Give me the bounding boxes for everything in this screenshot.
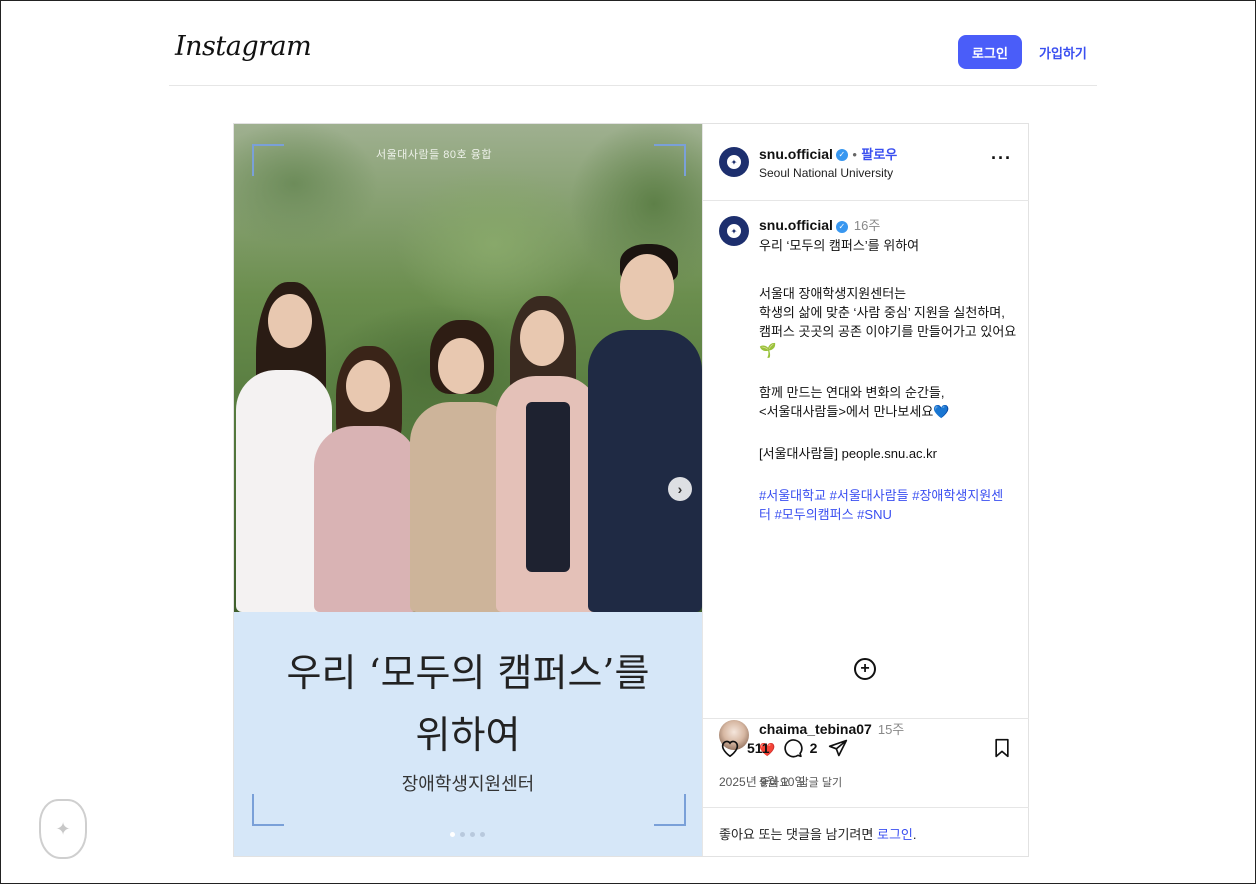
login-prompt-link[interactable]: 로그인 bbox=[877, 827, 913, 842]
like-heart-icon[interactable] bbox=[719, 737, 741, 759]
caption-area: ✦ snu.official ✓ 16주 우리 ‘모두의 캠퍼스’를 위하여 서울대… bbox=[703, 200, 1029, 789]
post-actions: 511 2 2025년 9월 10일 좋아요 또는 댓글을 남기려면 로그인. bbox=[703, 718, 1029, 857]
caption-time[interactable]: 16주 bbox=[854, 218, 880, 233]
caption-line: 캠퍼스 곳곳의 공존 이야기를 만들어가고 있어요 bbox=[759, 324, 1017, 339]
post-media[interactable]: 서울대사람들 80호 융합 › 우리 ‘모두의 캠퍼스’를 위하여 장애학생지원… bbox=[234, 124, 702, 856]
slide-dot bbox=[460, 832, 465, 837]
media-title-line2: 위하여 bbox=[415, 713, 521, 757]
login-prompt-text: 좋아요 또는 댓글을 남기려면 bbox=[719, 827, 874, 842]
post-username[interactable]: snu.official bbox=[759, 146, 833, 162]
action-row: 511 2 bbox=[719, 737, 849, 759]
post-header-text: snu.official ✓ • 팔로우 Seoul National Unive… bbox=[759, 144, 897, 180]
post-card: 서울대사람들 80호 융합 › 우리 ‘모두의 캠퍼스’를 위하여 장애학생지원… bbox=[233, 123, 1029, 857]
caption-line: <서울대사람들>에서 만나보세요💙 bbox=[759, 404, 950, 419]
caption-link-line[interactable]: [서울대사람들] people.snu.ac.kr bbox=[759, 444, 937, 463]
comment-icon[interactable] bbox=[782, 737, 804, 759]
caption-line: 서울대 장애학생지원센터는 bbox=[759, 286, 907, 301]
caption-line: 우리 ‘모두의 캠퍼스’를 위하여 bbox=[759, 238, 920, 253]
login-button[interactable]: 로그인 bbox=[958, 35, 1022, 69]
more-options-icon[interactable]: ··· bbox=[991, 148, 1012, 169]
like-count[interactable]: 511 bbox=[747, 740, 770, 756]
sprout-icon: 🌱 bbox=[759, 342, 777, 358]
load-more-comments-button[interactable]: + bbox=[854, 658, 876, 680]
snu-watermark-emblem-icon: ✦ bbox=[39, 799, 87, 859]
caption-line: 학생의 삶에 맞춘 ‘사람 중심’ 지원을 실천하며, bbox=[759, 305, 1005, 320]
caption-header: snu.official ✓ 16주 bbox=[759, 216, 880, 235]
snu-emblem-icon: ✦ bbox=[725, 153, 743, 171]
media-subtitle: 장애학생지원센터 bbox=[401, 774, 535, 795]
display-name: Seoul National University bbox=[759, 166, 894, 180]
login-prompt-suffix: . bbox=[912, 827, 917, 842]
bookmark-icon[interactable] bbox=[991, 737, 1013, 759]
follow-separator: • bbox=[852, 147, 857, 162]
next-slide-button[interactable]: › bbox=[668, 477, 692, 501]
verified-icon: ✓ bbox=[835, 148, 848, 161]
page-frame: Instagram 로그인 가입하기 서울대사람들 80호 융합 › 우리 ‘모… bbox=[0, 0, 1256, 884]
slide-dot bbox=[480, 832, 485, 837]
post-date[interactable]: 2025년 9월 10일 bbox=[719, 773, 806, 790]
top-header: Instagram 로그인 가입하기 bbox=[169, 19, 1097, 86]
follow-button[interactable]: 팔로우 bbox=[861, 147, 897, 162]
slide-dot bbox=[470, 832, 475, 837]
snu-emblem-icon: ✦ bbox=[725, 222, 743, 240]
verified-icon: ✓ bbox=[835, 220, 848, 233]
snu-avatar[interactable]: ✦ bbox=[719, 147, 749, 177]
corner-bracket bbox=[654, 144, 686, 176]
corner-bracket bbox=[252, 794, 284, 826]
post-header: ✦ snu.official ✓ • 팔로우 Seoul National Uni… bbox=[703, 124, 1029, 201]
slide-dot bbox=[450, 832, 455, 837]
slide-indicator bbox=[450, 832, 485, 837]
signup-link[interactable]: 가입하기 bbox=[1039, 43, 1087, 62]
corner-bracket bbox=[252, 144, 284, 176]
login-prompt: 좋아요 또는 댓글을 남기려면 로그인. bbox=[703, 807, 1029, 858]
share-send-icon[interactable] bbox=[827, 737, 849, 759]
caption-username[interactable]: snu.official bbox=[759, 217, 833, 233]
hashtags-line[interactable]: #서울대학교 #서울대사람들 #장애학생지원센 bbox=[759, 486, 1003, 505]
caption-line: 함께 만드는 연대와 변화의 순간들, bbox=[759, 385, 945, 400]
corner-bracket bbox=[654, 794, 686, 826]
title-panel: 우리 ‘모두의 캠퍼스’를 위하여 장애학생지원센터 bbox=[234, 612, 702, 856]
snu-avatar[interactable]: ✦ bbox=[719, 216, 749, 246]
comment-count: 2 bbox=[809, 740, 818, 756]
hashtags-line[interactable]: 터 #모두의캠퍼스 #SNU bbox=[759, 505, 892, 524]
instagram-logo[interactable]: Instagram bbox=[175, 31, 312, 62]
media-title-line1: 우리 ‘모두의 캠퍼스’를 bbox=[286, 651, 650, 695]
group-photo: 서울대사람들 80호 융합 › bbox=[234, 124, 702, 612]
post-sidebar: ✦ snu.official ✓ • 팔로우 Seoul National Uni… bbox=[702, 124, 1029, 856]
photo-caption: 서울대사람들 80호 융합 bbox=[376, 149, 492, 161]
